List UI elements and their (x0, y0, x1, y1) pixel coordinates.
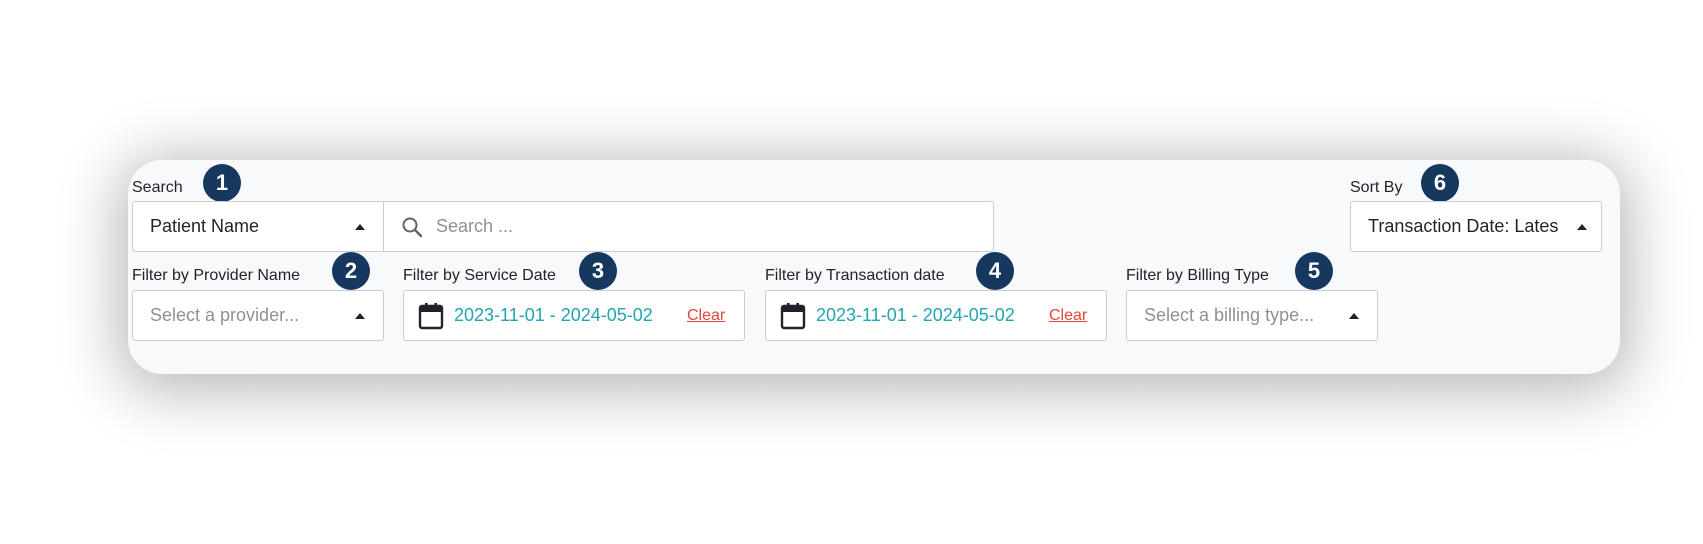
step-badge-3: 3 (579, 252, 617, 290)
search-input[interactable]: Search ... (383, 201, 994, 252)
calendar-icon (418, 303, 444, 330)
step-badge-6: 6 (1421, 164, 1459, 202)
billing-type-label: Filter by Billing Type (1126, 267, 1269, 284)
search-placeholder: Search ... (436, 216, 514, 236)
sort-select[interactable]: Transaction Date: Lates (1350, 201, 1602, 252)
billing-type-select[interactable]: Select a billing type... (1126, 290, 1378, 341)
caret-up-icon (355, 313, 365, 319)
sort-value: Transaction Date: Lates (1368, 216, 1559, 236)
step-badge-2: 2 (332, 252, 370, 290)
caret-up-icon (355, 224, 365, 230)
search-icon (402, 217, 423, 238)
service-date-label: Filter by Service Date (403, 267, 556, 284)
transaction-date-clear-link[interactable]: Clear (1049, 307, 1087, 325)
search-field-select[interactable]: Patient Name (132, 201, 384, 252)
service-date-range[interactable]: 2023-11-01 - 2024-05-02 Clear (403, 290, 745, 341)
transaction-date-range[interactable]: 2023-11-01 - 2024-05-02 Clear (765, 290, 1107, 341)
provider-select[interactable]: Select a provider... (132, 290, 384, 341)
filter-panel: Search 1 Patient Name Search ... Sort By… (128, 160, 1620, 374)
search-label: Search (132, 179, 183, 196)
search-field-value: Patient Name (150, 216, 260, 236)
transaction-date-value: 2023-11-01 - 2024-05-02 (816, 305, 1015, 325)
provider-filter-label: Filter by Provider Name (132, 267, 301, 284)
provider-placeholder: Select a provider... (150, 305, 300, 325)
step-badge-5: 5 (1295, 252, 1333, 290)
billing-type-placeholder: Select a billing type... (1144, 305, 1315, 325)
sort-label: Sort By (1350, 179, 1403, 196)
service-date-value: 2023-11-01 - 2024-05-02 (454, 305, 653, 325)
transaction-date-label: Filter by Transaction date (765, 267, 945, 284)
caret-up-icon (1577, 224, 1587, 230)
calendar-icon (780, 303, 806, 330)
step-badge-4: 4 (976, 252, 1014, 290)
caret-up-icon (1349, 313, 1359, 319)
service-date-clear-link[interactable]: Clear (687, 307, 725, 325)
step-badge-1: 1 (203, 164, 241, 202)
